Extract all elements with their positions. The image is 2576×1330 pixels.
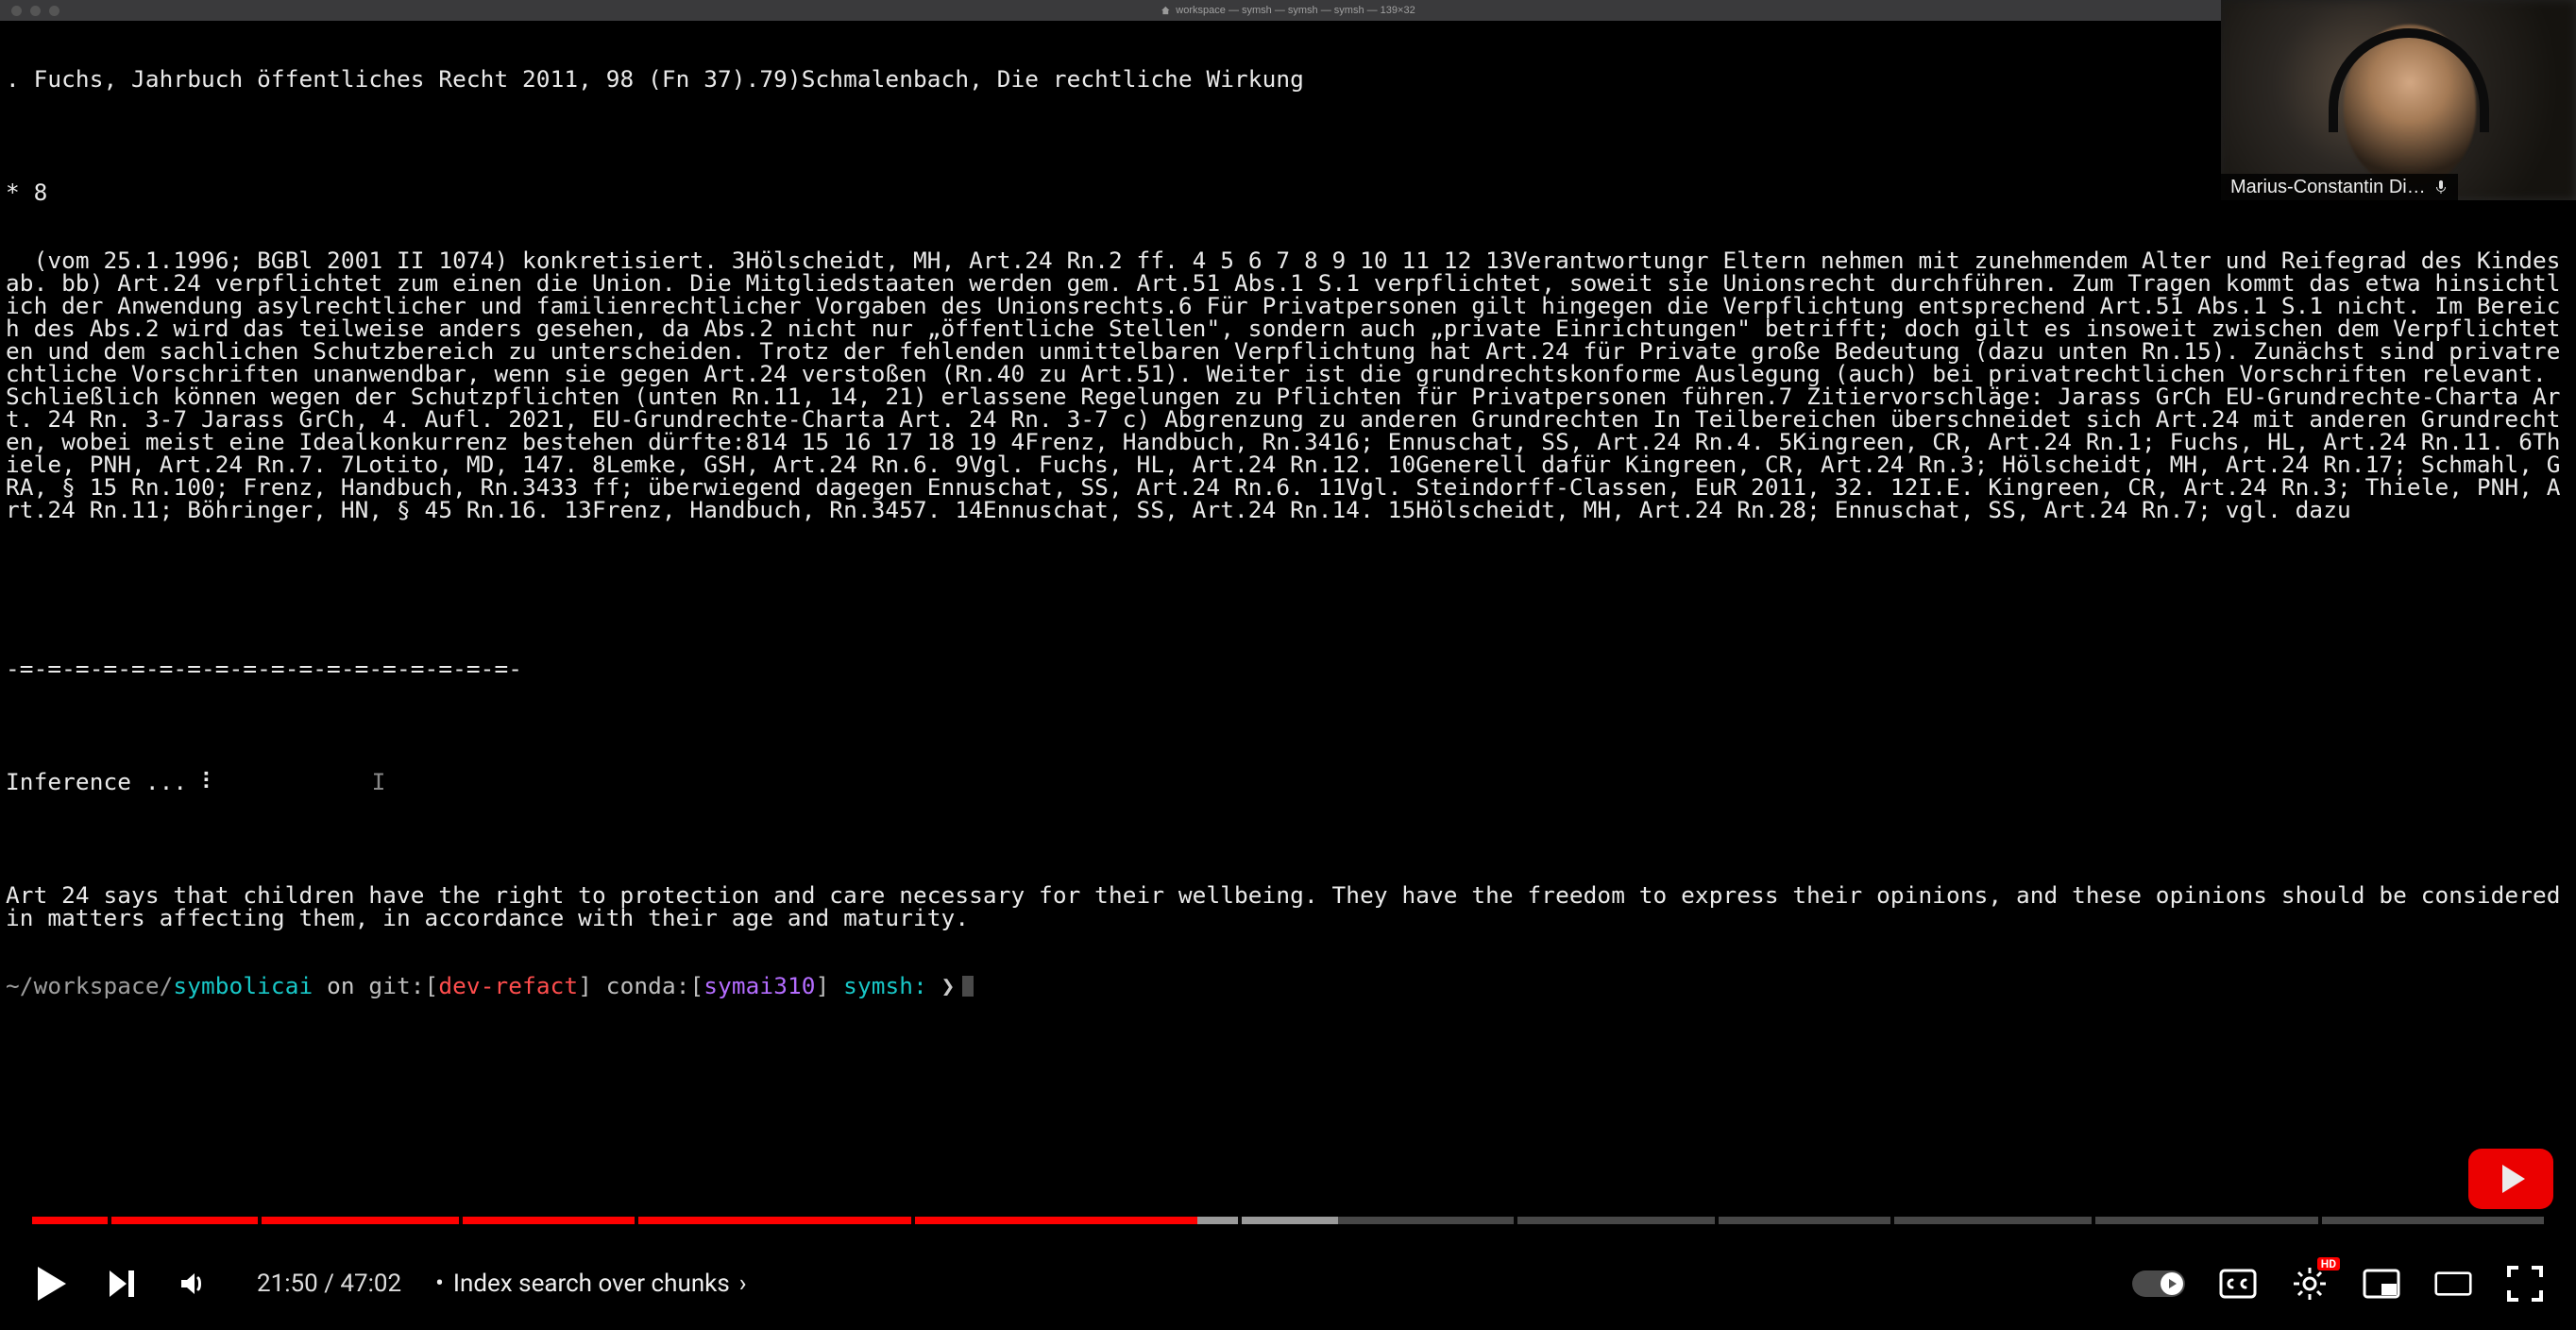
fullscreen-button[interactable] — [2506, 1265, 2544, 1303]
participant-name: Marius-Constantin Di… — [2230, 178, 2426, 196]
chapter-tick — [258, 1216, 262, 1225]
video-frame: workspace — symsh — symsh — symsh — 139×… — [0, 0, 2576, 1330]
minimize-dot-icon[interactable] — [30, 6, 41, 16]
chapter-tick — [1890, 1216, 1894, 1225]
captions-button[interactable] — [2219, 1265, 2257, 1303]
chapter-tick — [1238, 1216, 1242, 1225]
term-line: Inference ... ⠇ I — [6, 771, 2570, 793]
chapter-tick — [2318, 1216, 2322, 1225]
window-titlebar: workspace — symsh — symsh — symsh — 139×… — [0, 0, 2576, 21]
prompt-line[interactable]: ~/workspace/symbolicai on git:[dev-refac… — [6, 975, 2570, 998]
cursor-block-icon — [962, 976, 974, 997]
play-small-icon — [2169, 1279, 2177, 1288]
time-display: 21:50 / 47:02 — [257, 1271, 401, 1296]
traffic-lights — [11, 6, 59, 16]
participant-nametag: Marius-Constantin Di… — [2221, 174, 2458, 200]
progress-bar[interactable] — [32, 1217, 2544, 1224]
chapter-title: Index search over chunks — [453, 1271, 730, 1296]
chapter-button[interactable]: • Index search over chunks › — [435, 1271, 746, 1296]
zoom-dot-icon[interactable] — [49, 6, 59, 16]
home-icon — [1161, 6, 1170, 15]
term-line: Art 24 says that children have the right… — [6, 884, 2570, 929]
chapter-tick — [635, 1216, 638, 1225]
hd-badge: HD — [2317, 1257, 2340, 1270]
youtube-watermark-icon[interactable] — [2468, 1149, 2553, 1209]
chapter-tick — [2092, 1216, 2095, 1225]
settings-button[interactable]: HD — [2291, 1265, 2329, 1303]
term-line: (vom 25.1.1996; BGBl 2001 II 1074) konkr… — [6, 249, 2570, 521]
chapter-tick — [108, 1216, 111, 1225]
term-line: -=-=-=-=-=-=-=-=-=-=-=-=-=-=-=-=-=-=- — [6, 657, 2570, 680]
chapter-tick — [1715, 1216, 1719, 1225]
autoplay-toggle[interactable] — [2132, 1270, 2185, 1297]
play-button[interactable] — [32, 1265, 70, 1303]
text-cursor-icon: I — [372, 768, 386, 795]
next-button[interactable] — [104, 1265, 142, 1303]
window-title: workspace — symsh — symsh — symsh — 139×… — [1176, 6, 1415, 16]
term-line: * 8 — [6, 181, 2570, 204]
mic-icon — [2433, 179, 2449, 195]
played-range — [32, 1217, 1197, 1224]
chapter-tick — [1514, 1216, 1517, 1225]
chevron-right-icon: › — [739, 1271, 747, 1296]
video-player-controls: 21:50 / 47:02 • Index search over chunks… — [0, 1217, 2576, 1330]
theater-button[interactable] — [2434, 1265, 2472, 1303]
chapter-tick — [459, 1216, 463, 1225]
terminal-output[interactable]: . Fuchs, Jahrbuch öffentliches Recht 201… — [6, 23, 2570, 1217]
miniplayer-button[interactable] — [2363, 1265, 2400, 1303]
close-dot-icon[interactable] — [11, 6, 22, 16]
webcam-overlay: Marius-Constantin Di… — [2221, 0, 2576, 200]
chapter-tick — [911, 1216, 915, 1225]
term-line: . Fuchs, Jahrbuch öffentliches Recht 201… — [6, 68, 2570, 91]
volume-button[interactable] — [176, 1265, 213, 1303]
